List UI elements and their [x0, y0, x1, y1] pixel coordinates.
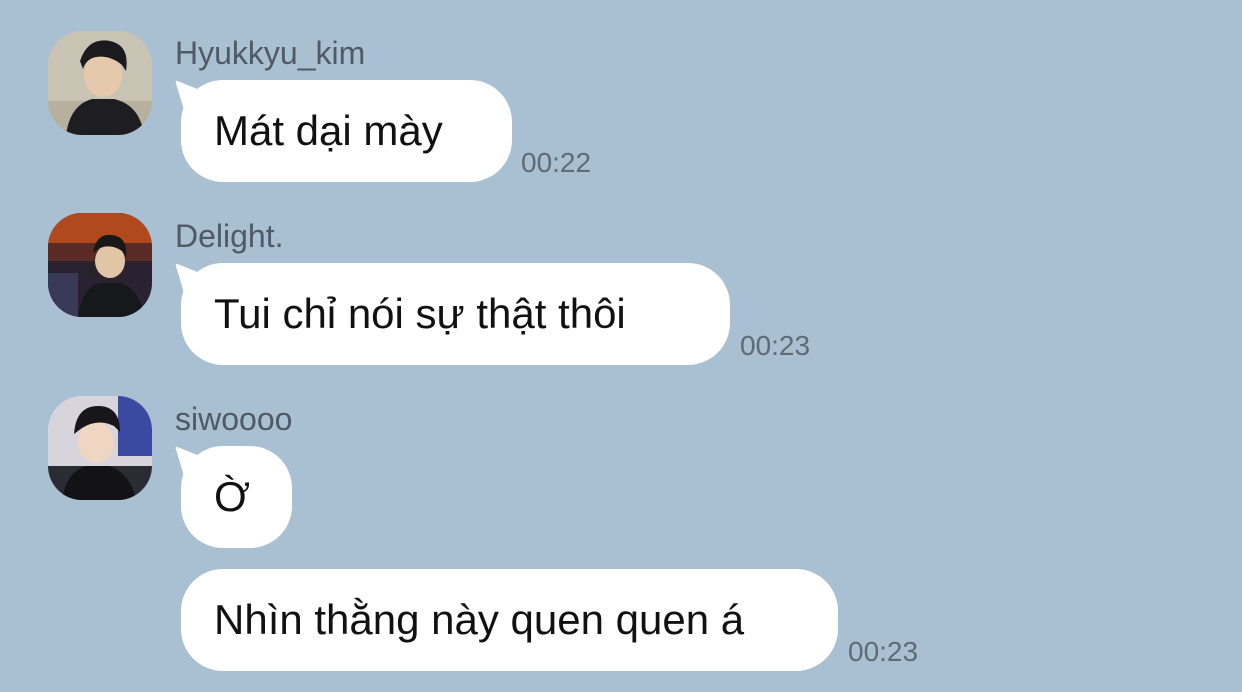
sender-name: Delight. — [175, 218, 284, 254]
avatar-delight[interactable] — [48, 213, 152, 317]
message-bubble[interactable]: Ờ — [181, 446, 292, 548]
avatar-siwoooo[interactable] — [48, 396, 152, 500]
message-time: 00:22 — [521, 147, 592, 178]
message-time: 00:23 — [848, 636, 919, 667]
avatar-hyukkyu-kim[interactable] — [48, 31, 152, 135]
message-text: Nhìn thằng này quen quen á — [214, 596, 745, 643]
message-bubble[interactable]: Nhìn thằng này quen quen á — [181, 569, 838, 671]
user-avatar-icon — [48, 213, 152, 317]
user-avatar-icon — [48, 31, 152, 135]
sender-name: Hyukkyu_kim — [175, 35, 366, 71]
message-time: 00:23 — [740, 330, 811, 361]
message-text: Mát dại mày — [214, 107, 443, 154]
message-text: Tui chỉ nói sự thật thôi — [214, 290, 626, 337]
message-bubble[interactable]: Mát dại mày — [181, 80, 512, 182]
sender-name: siwoooo — [175, 401, 293, 437]
user-avatar-icon — [48, 396, 152, 500]
message-bubble[interactable]: Tui chỉ nói sự thật thôi — [181, 263, 730, 365]
message-text: Ờ — [214, 473, 251, 520]
